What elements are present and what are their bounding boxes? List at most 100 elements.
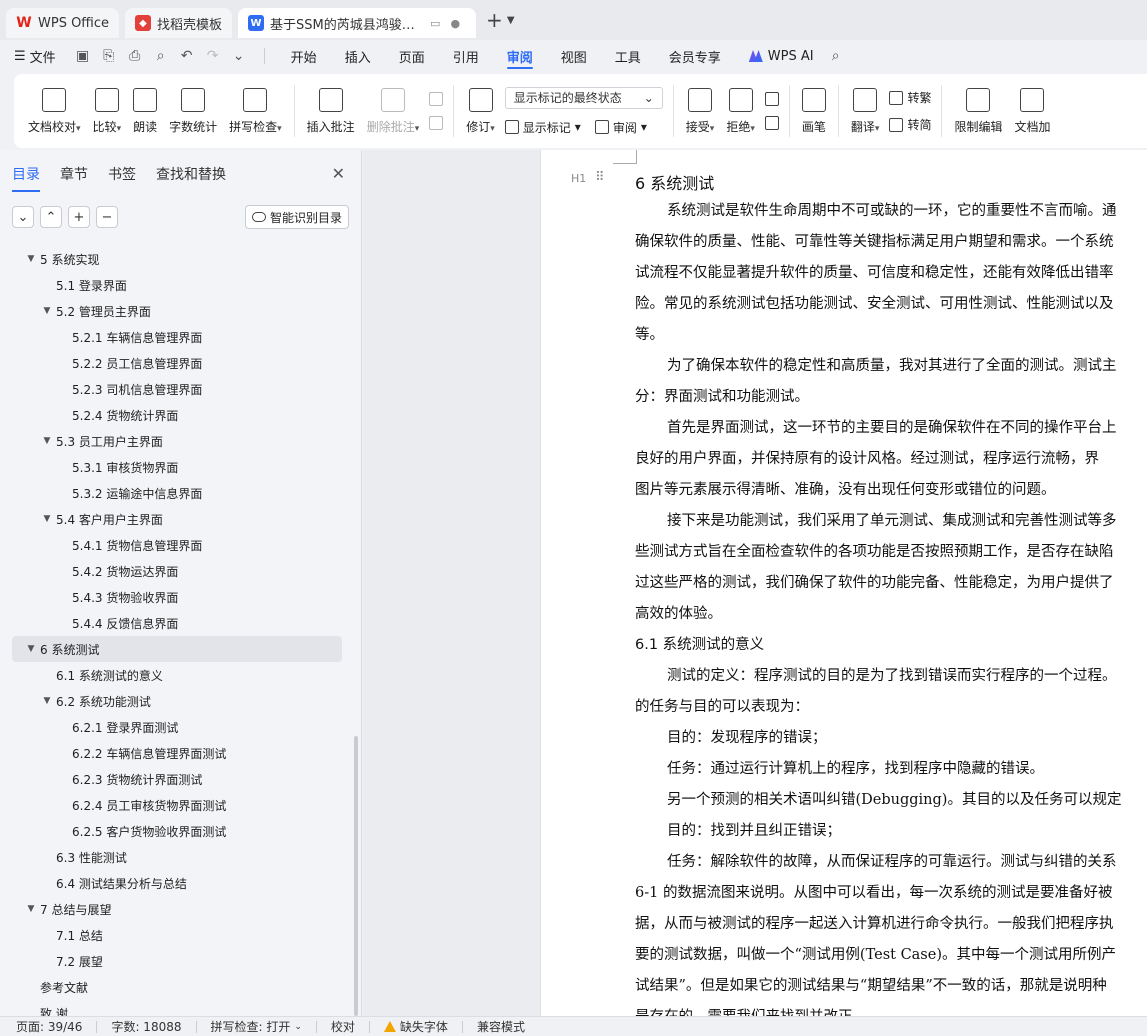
proof-status[interactable]: 校对 <box>331 1018 355 1035</box>
toc-item[interactable]: 5.4.3 货物验收界面 <box>0 584 352 610</box>
revise-button[interactable]: 修订▾ <box>460 78 501 144</box>
show-markup-button[interactable]: 显示标记 ▾ <box>504 119 581 136</box>
delete-comment-button[interactable]: 删除批注▾ <box>361 78 426 144</box>
toc-scrollbar[interactable] <box>354 736 358 1016</box>
toc-item[interactable]: ▼ 7 总结与展望 <box>0 896 352 922</box>
redo-icon[interactable]: ↷ <box>205 48 221 64</box>
save-icon[interactable]: ▣ <box>75 48 91 64</box>
tab-wps-office[interactable]: W WPS Office <box>6 8 120 38</box>
toc-item[interactable]: 5.4.4 反馈信息界面 <box>0 610 352 636</box>
reject-button[interactable]: 拒绝▾ <box>720 78 761 144</box>
toc-item[interactable]: 参考文献 <box>0 974 352 1000</box>
toc-item[interactable]: 6.2.5 客户货物验收界面测试 <box>0 818 352 844</box>
toc-item[interactable]: 5.2.1 车辆信息管理界面 <box>0 324 352 350</box>
screen-icon[interactable]: ▭ <box>430 17 440 30</box>
search-icon[interactable]: ⌕ <box>828 48 844 64</box>
tab-review[interactable]: 审阅 <box>506 40 533 72</box>
page-indicator[interactable]: 页面: 39/46 <box>16 1018 82 1035</box>
accept-button[interactable]: 接受▾ <box>680 78 721 144</box>
next-comment-button[interactable] <box>429 116 444 130</box>
export-icon[interactable]: ⎘ <box>101 48 117 64</box>
expand-arrow-icon[interactable]: ▼ <box>40 514 54 524</box>
toc-item[interactable]: ▼ 5.2 管理员主界面 <box>0 298 352 324</box>
toc-item[interactable]: ▼ 6.2 系统功能测试 <box>0 688 352 714</box>
compare-button[interactable]: 比较▾ <box>87 78 128 144</box>
toc-item[interactable]: 5.2.2 员工信息管理界面 <box>0 350 352 376</box>
toc-item[interactable]: 6.2.2 车辆信息管理界面测试 <box>0 740 352 766</box>
insert-comment-button[interactable]: 插入批注 <box>301 78 361 144</box>
toc-item[interactable]: 5.2.3 司机信息管理界面 <box>0 376 352 402</box>
translate-button[interactable]: 翻译▾ <box>845 78 886 144</box>
expand-arrow-icon[interactable]: ▼ <box>40 436 54 446</box>
tab-view[interactable]: 视图 <box>561 40 587 72</box>
toc-item[interactable]: 6.3 性能测试 <box>0 844 352 870</box>
unsaved-dot-icon[interactable]: ● <box>450 17 460 30</box>
nav-tab-bookmark[interactable]: 书签 <box>108 150 136 198</box>
new-tab-button[interactable]: + <box>486 8 503 32</box>
spell-check-status[interactable]: 拼写检查: 打开 ⌄ <box>211 1018 302 1035</box>
tab-document[interactable]: W 基于SSM的芮城县鸿骏物流管 ▭ ● <box>238 8 477 38</box>
toc-item[interactable]: 5.1 登录界面 <box>0 272 352 298</box>
nav-tab-toc[interactable]: 目录 <box>12 150 40 198</box>
toc-item[interactable]: 6.1 系统测试的意义 <box>0 662 352 688</box>
toc-item[interactable]: 6.2.4 员工审核货物界面测试 <box>0 792 352 818</box>
chevron-down-icon[interactable]: ▼ <box>507 15 515 26</box>
toc-item[interactable]: ▼ 6 系统测试 <box>12 636 342 662</box>
file-menu[interactable]: ☰ 文件 <box>14 47 56 66</box>
restrict-edit-button[interactable]: 限制编辑 <box>948 78 1008 144</box>
document-body[interactable]: 6 系统测试 系统测试是软件生命周期中不可或缺的一环，它的重要性不言而喻。通 确保软… <box>635 172 1147 1016</box>
chevron-down-icon[interactable]: ⌄ <box>231 48 247 64</box>
toc-item[interactable]: 7.2 展望 <box>0 948 352 974</box>
doc-encrypt-button[interactable]: 文档加 <box>1008 78 1056 144</box>
collapse-icon[interactable]: ⌄ <box>12 206 34 228</box>
expand-icon[interactable]: ⌃ <box>40 206 62 228</box>
add-icon[interactable]: + <box>68 206 90 228</box>
tab-reference[interactable]: 引用 <box>453 40 479 72</box>
document-page[interactable]: H1 ⠿ 6 系统测试 系统测试是软件生命周期中不可或缺的一环，它的重要性不言而喻… <box>540 150 1147 1016</box>
drag-handle-icon[interactable]: ⠿ <box>595 170 604 185</box>
nav-tab-chapter[interactable]: 章节 <box>60 150 88 198</box>
toc-item[interactable]: 7.1 总结 <box>0 922 352 948</box>
toc-item[interactable]: ▼ 5.4 客户用户主界面 <box>0 506 352 532</box>
expand-arrow-icon[interactable]: ▼ <box>40 696 54 706</box>
expand-arrow-icon[interactable]: ▼ <box>40 306 54 316</box>
toc-item[interactable]: 6.4 测试结果分析与总结 <box>0 870 352 896</box>
nav-tab-find-replace[interactable]: 查找和替换 <box>156 150 226 198</box>
expand-arrow-icon[interactable]: ▼ <box>24 904 38 914</box>
toc-item[interactable]: 5.4.1 货物信息管理界面 <box>0 532 352 558</box>
toc-item[interactable]: 6.2.1 登录界面测试 <box>0 714 352 740</box>
to-simplified-button[interactable]: 转简 <box>889 116 931 133</box>
word-count-indicator[interactable]: 字数: 18088 <box>111 1018 181 1035</box>
expand-arrow-icon[interactable]: ▼ <box>24 254 38 264</box>
tab-template[interactable]: ◆ 找稻壳模板 <box>125 8 233 38</box>
print-preview-icon[interactable]: ⌕ <box>153 48 169 64</box>
tab-member[interactable]: 会员专享 <box>669 40 721 72</box>
read-aloud-button[interactable]: 朗读 <box>127 78 163 144</box>
toc-item[interactable]: ▼ 5 系统实现 <box>0 246 352 272</box>
undo-icon[interactable]: ↶ <box>179 48 195 64</box>
to-traditional-button[interactable]: 转繁 <box>889 89 931 106</box>
tab-start[interactable]: 开始 <box>291 40 317 72</box>
smart-toc-button[interactable]: 智能识别目录 <box>244 205 349 229</box>
word-count-button[interactable]: 字数统计 <box>163 78 223 144</box>
tab-page[interactable]: 页面 <box>399 40 425 72</box>
close-icon[interactable]: ✕ <box>332 164 345 183</box>
remove-icon[interactable]: − <box>96 206 118 228</box>
toc-item[interactable]: ▼ 5.3 员工用户主界面 <box>0 428 352 454</box>
toc-item[interactable]: 6.2.3 货物统计界面测试 <box>0 766 352 792</box>
toc-item[interactable]: 5.3.2 运输途中信息界面 <box>0 480 352 506</box>
markup-state-select[interactable]: 显示标记的最终状态 ⌄ <box>504 86 663 109</box>
toc-item[interactable]: 5.3.1 审核货物界面 <box>0 454 352 480</box>
previous-change-button[interactable] <box>764 92 779 106</box>
missing-font-status[interactable]: 缺失字体 <box>383 1018 448 1035</box>
review-pane-button[interactable]: 审阅 ▾ <box>594 119 647 136</box>
wps-ai-button[interactable]: WPS AI <box>748 49 814 64</box>
spell-check-button[interactable]: 拼写检查▾ <box>223 78 288 144</box>
next-change-button[interactable] <box>764 116 779 130</box>
pen-button[interactable]: 画笔 <box>796 78 832 144</box>
previous-comment-button[interactable] <box>429 92 444 106</box>
tab-insert[interactable]: 插入 <box>345 40 371 72</box>
toc-item[interactable]: 5.2.4 货物统计界面 <box>0 402 352 428</box>
proofread-button[interactable]: 文档校对▾ <box>22 78 87 144</box>
expand-arrow-icon[interactable]: ▼ <box>24 644 38 654</box>
